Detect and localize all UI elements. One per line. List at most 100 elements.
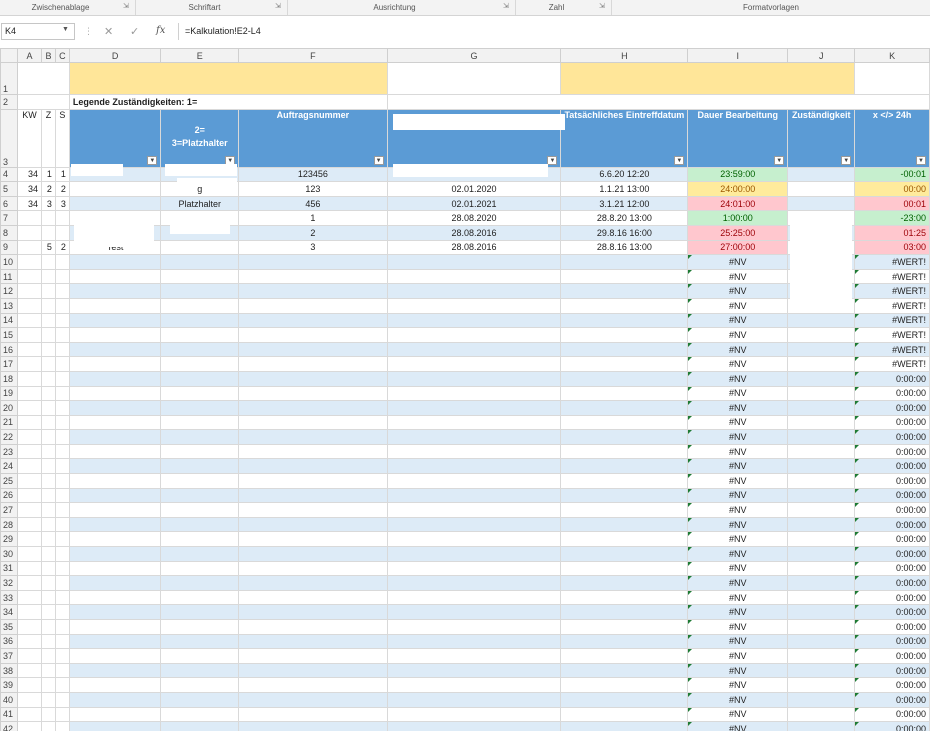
cell-eintreffdatum[interactable]: 29.8.16 16:00 xyxy=(560,224,689,241)
cell[interactable] xyxy=(68,502,162,518)
cell[interactable] xyxy=(68,516,162,533)
cell-24h[interactable]: 0:00:00 xyxy=(854,414,930,431)
cell-e[interactable] xyxy=(160,239,240,256)
cell[interactable] xyxy=(160,254,240,270)
cell[interactable] xyxy=(787,502,856,518)
cell[interactable] xyxy=(54,283,70,299)
cell[interactable] xyxy=(54,619,70,635)
cell[interactable] xyxy=(160,516,240,533)
cell[interactable] xyxy=(160,502,240,518)
cell-dauer[interactable]: 27:00:00 xyxy=(687,239,789,256)
cell[interactable] xyxy=(68,268,162,285)
row-header[interactable]: 4 xyxy=(0,166,18,183)
cell[interactable] xyxy=(40,604,56,620)
cell[interactable] xyxy=(238,254,388,270)
cell[interactable] xyxy=(68,297,162,314)
cell[interactable] xyxy=(40,619,56,635)
cell-24h[interactable]: 0:00:00 xyxy=(854,546,930,562)
cell[interactable] xyxy=(386,94,930,110)
cell-zustaendigkeit[interactable] xyxy=(787,181,856,197)
cell[interactable] xyxy=(54,560,70,577)
cell[interactable] xyxy=(386,662,562,679)
cell[interactable] xyxy=(560,312,689,329)
cell-kw[interactable]: 34 xyxy=(16,195,42,212)
row-header[interactable]: 23 xyxy=(0,443,18,460)
column-header[interactable]: B xyxy=(40,48,56,63)
cell-24h[interactable]: #WERT! xyxy=(854,283,930,299)
cell[interactable] xyxy=(16,560,42,577)
row-header[interactable]: 5 xyxy=(0,181,18,197)
cell[interactable] xyxy=(160,341,240,358)
cell[interactable] xyxy=(160,429,240,445)
cell[interactable] xyxy=(238,706,388,723)
row-header[interactable]: 32 xyxy=(0,575,18,591)
enter-icon[interactable]: ✓ xyxy=(130,25,139,38)
cell[interactable] xyxy=(160,400,240,416)
row-header[interactable]: 1 xyxy=(0,62,18,95)
row-header[interactable]: 22 xyxy=(0,429,18,445)
cell-kw[interactable]: 34 xyxy=(16,181,42,197)
cell[interactable] xyxy=(238,546,388,562)
cell[interactable] xyxy=(386,400,562,416)
cell[interactable] xyxy=(16,414,42,431)
cell[interactable] xyxy=(54,254,70,270)
cell[interactable] xyxy=(16,677,42,693)
row-header[interactable]: 26 xyxy=(0,487,18,504)
cell-dauer[interactable]: #NV xyxy=(687,268,789,285)
cell-z[interactable] xyxy=(40,210,56,226)
cell-date[interactable]: 02.01.2021 xyxy=(386,195,562,212)
cell[interactable] xyxy=(386,268,562,285)
cell-24h[interactable]: 0:00:00 xyxy=(854,400,930,416)
row-header[interactable]: 10 xyxy=(0,254,18,270)
cell[interactable] xyxy=(386,589,562,606)
cell[interactable] xyxy=(787,677,856,693)
row-header[interactable]: 38 xyxy=(0,662,18,679)
row-header[interactable]: 14 xyxy=(0,312,18,329)
cell[interactable] xyxy=(54,633,70,650)
cell[interactable] xyxy=(238,589,388,606)
cell[interactable] xyxy=(16,341,42,358)
cell-dauer[interactable]: 23:59:00 xyxy=(687,166,789,183)
cell-dauer[interactable]: #NV xyxy=(687,297,789,314)
cell[interactable] xyxy=(160,604,240,620)
cell-24h[interactable]: 01:25 xyxy=(854,224,930,241)
cell[interactable] xyxy=(68,370,162,387)
filter-dropdown-icon[interactable]: ▼ xyxy=(841,155,852,165)
cell[interactable] xyxy=(40,560,56,577)
cell[interactable] xyxy=(40,721,56,731)
cell[interactable] xyxy=(386,546,562,562)
header-d[interactable]: ▼ xyxy=(68,108,162,168)
cell[interactable] xyxy=(787,429,856,445)
cell[interactable] xyxy=(40,589,56,606)
cell-dauer[interactable]: #NV xyxy=(687,254,789,270)
cell[interactable] xyxy=(238,327,388,343)
cell-dauer[interactable]: #NV xyxy=(687,327,789,343)
column-header[interactable]: A xyxy=(16,48,42,63)
cell[interactable] xyxy=(160,662,240,679)
cell[interactable] xyxy=(68,706,162,723)
cell[interactable] xyxy=(238,356,388,372)
cell[interactable] xyxy=(560,589,689,606)
spreadsheet-grid[interactable]: A B C D E F G H I J K 1 2 Legende Zustän… xyxy=(0,48,930,731)
cell[interactable] xyxy=(238,604,388,620)
cell-z[interactable]: 1 xyxy=(40,166,56,183)
cell[interactable] xyxy=(40,633,56,650)
cell-kw[interactable] xyxy=(16,224,42,241)
cell[interactable] xyxy=(560,575,689,591)
cell[interactable] xyxy=(787,458,856,475)
row-header[interactable]: 8 xyxy=(0,224,18,241)
cell[interactable] xyxy=(16,531,42,548)
cell[interactable] xyxy=(238,341,388,358)
cell[interactable] xyxy=(386,706,562,723)
row-header[interactable]: 13 xyxy=(0,297,18,314)
cell[interactable] xyxy=(386,575,562,591)
cell[interactable] xyxy=(787,531,856,548)
cell[interactable] xyxy=(40,268,56,285)
cell[interactable] xyxy=(238,721,388,731)
cell[interactable] xyxy=(160,283,240,299)
cell[interactable] xyxy=(238,473,388,489)
cell-24h[interactable]: 0:00:00 xyxy=(854,648,930,664)
row-header[interactable]: 31 xyxy=(0,560,18,577)
cell[interactable] xyxy=(16,648,42,664)
cell-dauer[interactable]: #NV xyxy=(687,589,789,606)
